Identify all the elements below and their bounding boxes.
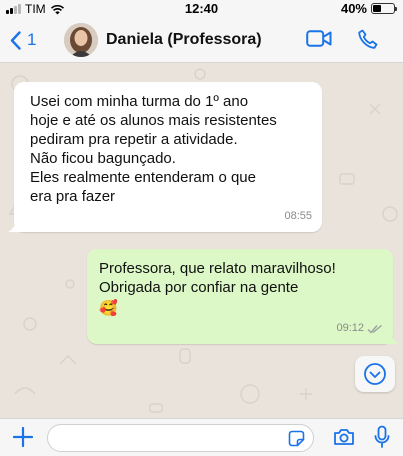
chevron-down-icon xyxy=(364,363,386,385)
message-meta: 09:12 xyxy=(336,319,383,338)
battery-icon xyxy=(371,3,397,14)
microphone-icon[interactable] xyxy=(374,425,390,449)
phone-icon[interactable] xyxy=(357,28,379,50)
bubble-tail xyxy=(8,218,22,232)
avatar[interactable] xyxy=(64,23,98,57)
message-input-container xyxy=(47,424,314,452)
chevron-left-icon xyxy=(10,30,21,50)
incoming-message[interactable]: Usei com minha turma do 1º ano hoje e at… xyxy=(8,82,322,232)
message-time: 08:55 xyxy=(284,210,312,222)
status-bar: TIM 12:40 40% xyxy=(0,0,403,18)
camera-icon[interactable] xyxy=(333,428,355,446)
message-composer xyxy=(0,418,403,456)
avatar-photo xyxy=(64,23,98,57)
back-count: 1 xyxy=(27,30,37,49)
plus-icon[interactable] xyxy=(12,426,34,448)
bubble-tail xyxy=(385,330,399,344)
message-line: era pra fazer xyxy=(30,188,116,205)
message-line: Usei com minha turma do 1º ano xyxy=(30,93,249,110)
message-line: Não ficou bagunçado. xyxy=(30,150,176,167)
message-meta: 08:55 xyxy=(284,207,312,226)
message-line: pediram pra repetir a atividade. xyxy=(30,131,238,148)
outgoing-message[interactable]: Professora, que relato maravilhoso! Obri… xyxy=(87,249,399,344)
message-line: hoje e até os alunos mais resistentes xyxy=(30,112,277,129)
message-input[interactable] xyxy=(48,425,278,451)
back-button[interactable]: 1 xyxy=(10,30,36,50)
emoji-smiling-hearts: 🥰 xyxy=(99,300,118,317)
message-line: Obrigada por confiar na gente xyxy=(99,279,299,296)
chat-header: 1 Daniela (Professora) xyxy=(0,18,403,63)
double-check-icon xyxy=(367,324,382,334)
status-right: 40% xyxy=(340,1,397,16)
contact-name[interactable]: Daniela (Professora) xyxy=(106,31,262,49)
video-call-icon[interactable] xyxy=(306,29,332,48)
chat-area[interactable]: Usei com minha turma do 1º ano hoje e at… xyxy=(0,64,403,418)
message-line: Professora, que relato maravilhoso! xyxy=(99,260,336,277)
sticker-icon[interactable] xyxy=(288,430,305,447)
battery-percent: 40% xyxy=(340,1,367,16)
message-line: Eles realmente entenderam o que xyxy=(30,169,256,186)
message-time: 09:12 xyxy=(336,322,364,334)
scroll-to-bottom-button[interactable] xyxy=(355,356,395,392)
